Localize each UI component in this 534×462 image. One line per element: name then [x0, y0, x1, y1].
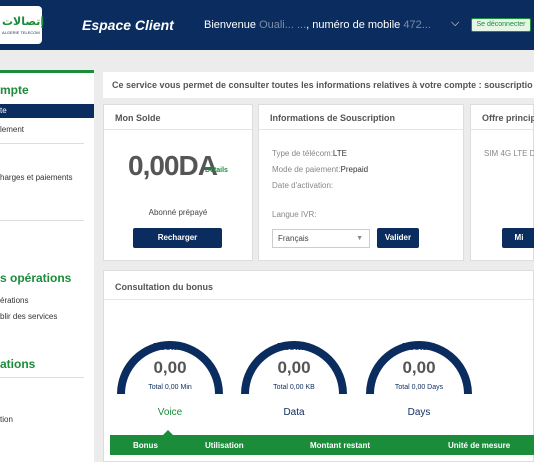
chevron-down-icon[interactable]: ⌵: [451, 17, 459, 30]
ivr-language-label: Langue IVR:: [272, 210, 317, 219]
main-offer-line: SIM 4G LTE D: [484, 149, 534, 158]
card-separator: [104, 129, 252, 130]
card-separator: [259, 129, 463, 130]
welcome-mobile-label: , numéro de mobile: [306, 19, 401, 31]
top-bar: إتصالات ALGERIE TELECOM Espace Client Bi…: [0, 0, 534, 50]
sidebar-divider: [0, 220, 84, 221]
payment-mode-value: Prepaid: [340, 165, 369, 174]
bonus-table-header: Bonus Utilisation Montant restant Unité …: [110, 435, 534, 455]
telecom-type-value: LTE: [332, 149, 347, 158]
column-header-remaining[interactable]: Montant restant: [310, 441, 370, 450]
logo-arabic-text: إتصالات: [2, 15, 45, 28]
sidebar-item-charges[interactable]: harges et paiements: [0, 173, 73, 182]
brand-logo[interactable]: إتصالات ALGERIE TELECOM: [0, 6, 45, 44]
data-restant-label: Restant: [276, 342, 312, 353]
sidebar-section-operations: s opérations: [0, 271, 72, 285]
data-label: Data: [283, 407, 305, 418]
sidebar: mpte te lement harges et paiements s opé…: [0, 70, 94, 462]
telecom-type-label: Type de télécom:: [272, 149, 333, 158]
sidebar-divider: [0, 377, 84, 378]
validate-button[interactable]: Valider: [377, 228, 419, 248]
logo-subtitle: ALGERIE TELECOM: [2, 30, 40, 35]
sidebar-item-active[interactable]: te: [0, 104, 94, 118]
bonus-section-title: Consultation du bonus: [115, 282, 213, 292]
column-header-usage[interactable]: Utilisation: [205, 441, 244, 450]
column-header-unit[interactable]: Unité de mesure: [448, 441, 510, 450]
subscription-card-title: Informations de Souscription: [270, 113, 396, 123]
activation-date-label: Date d'activation:: [272, 181, 334, 190]
ivr-language-select[interactable]: Français ▼: [272, 229, 370, 248]
payment-mode-label: Mode de paiement:: [272, 165, 341, 174]
logout-button[interactable]: Se déconnecter: [471, 18, 531, 32]
mobile-number: 472...: [403, 19, 431, 31]
card-separator: [471, 129, 533, 130]
balance-card: Mon Solde 0,00DA Détails Abonné prépayé …: [103, 104, 253, 261]
caret-down-icon: ▼: [356, 235, 363, 242]
sidebar-item-label: te: [0, 106, 7, 115]
voice-label: Voice: [157, 407, 183, 418]
voice-total: Total 0,00 Min: [148, 384, 192, 391]
welcome-user-name: Ouali... ...: [259, 19, 307, 31]
plan-type: Abonné prépayé: [148, 208, 208, 217]
sidebar-item-6[interactable]: tion: [0, 415, 13, 424]
days-restant-value: 0,00: [402, 358, 436, 377]
column-header-bonus[interactable]: Bonus: [133, 441, 158, 450]
subscription-card: Informations de Souscription Type de tél…: [258, 104, 464, 261]
payment-mode-row: Mode de paiement:Prepaid: [272, 165, 368, 174]
voice-restant-value: 0,00: [153, 358, 187, 377]
welcome-text: Bienvenue Ouali... ..., numéro de mobile…: [204, 19, 431, 31]
main-offer-button[interactable]: Mi: [502, 228, 534, 248]
sidebar-section-account: mpte: [0, 83, 29, 97]
sidebar-item-services[interactable]: blir des services: [0, 312, 57, 321]
days-label: Days: [407, 407, 431, 418]
sidebar-divider: [0, 143, 84, 144]
app-title: Espace Client: [82, 17, 174, 33]
sidebar-section-3: ations: [0, 357, 36, 371]
data-total: Total 0,00 KB: [273, 384, 315, 391]
balance-amount: 0,00DA: [128, 150, 218, 181]
service-description: Ce service vous permet de consulter tout…: [103, 72, 534, 98]
ivr-language-selected: Français: [278, 234, 309, 243]
sidebar-item-2[interactable]: lement: [0, 125, 24, 134]
main-offer-card: Offre princip SIM 4G LTE D Mi: [470, 104, 534, 261]
details-link[interactable]: Détails: [205, 167, 228, 174]
sidebar-item-operations[interactable]: érations: [0, 296, 28, 305]
welcome-prefix: Bienvenue: [204, 19, 256, 31]
data-restant-value: 0,00: [277, 358, 311, 377]
days-total: Total 0,00 Days: [394, 384, 444, 391]
balance-card-title: Mon Solde: [115, 113, 161, 123]
card-separator: [104, 299, 533, 300]
recharge-button[interactable]: Recharger: [133, 228, 222, 248]
voice-restant-label: Restant: [152, 342, 188, 353]
days-restant-label: Restant: [401, 342, 437, 353]
main-offer-title: Offre princip: [482, 113, 534, 123]
telecom-type-row: Type de télécom:LTE: [272, 149, 347, 158]
